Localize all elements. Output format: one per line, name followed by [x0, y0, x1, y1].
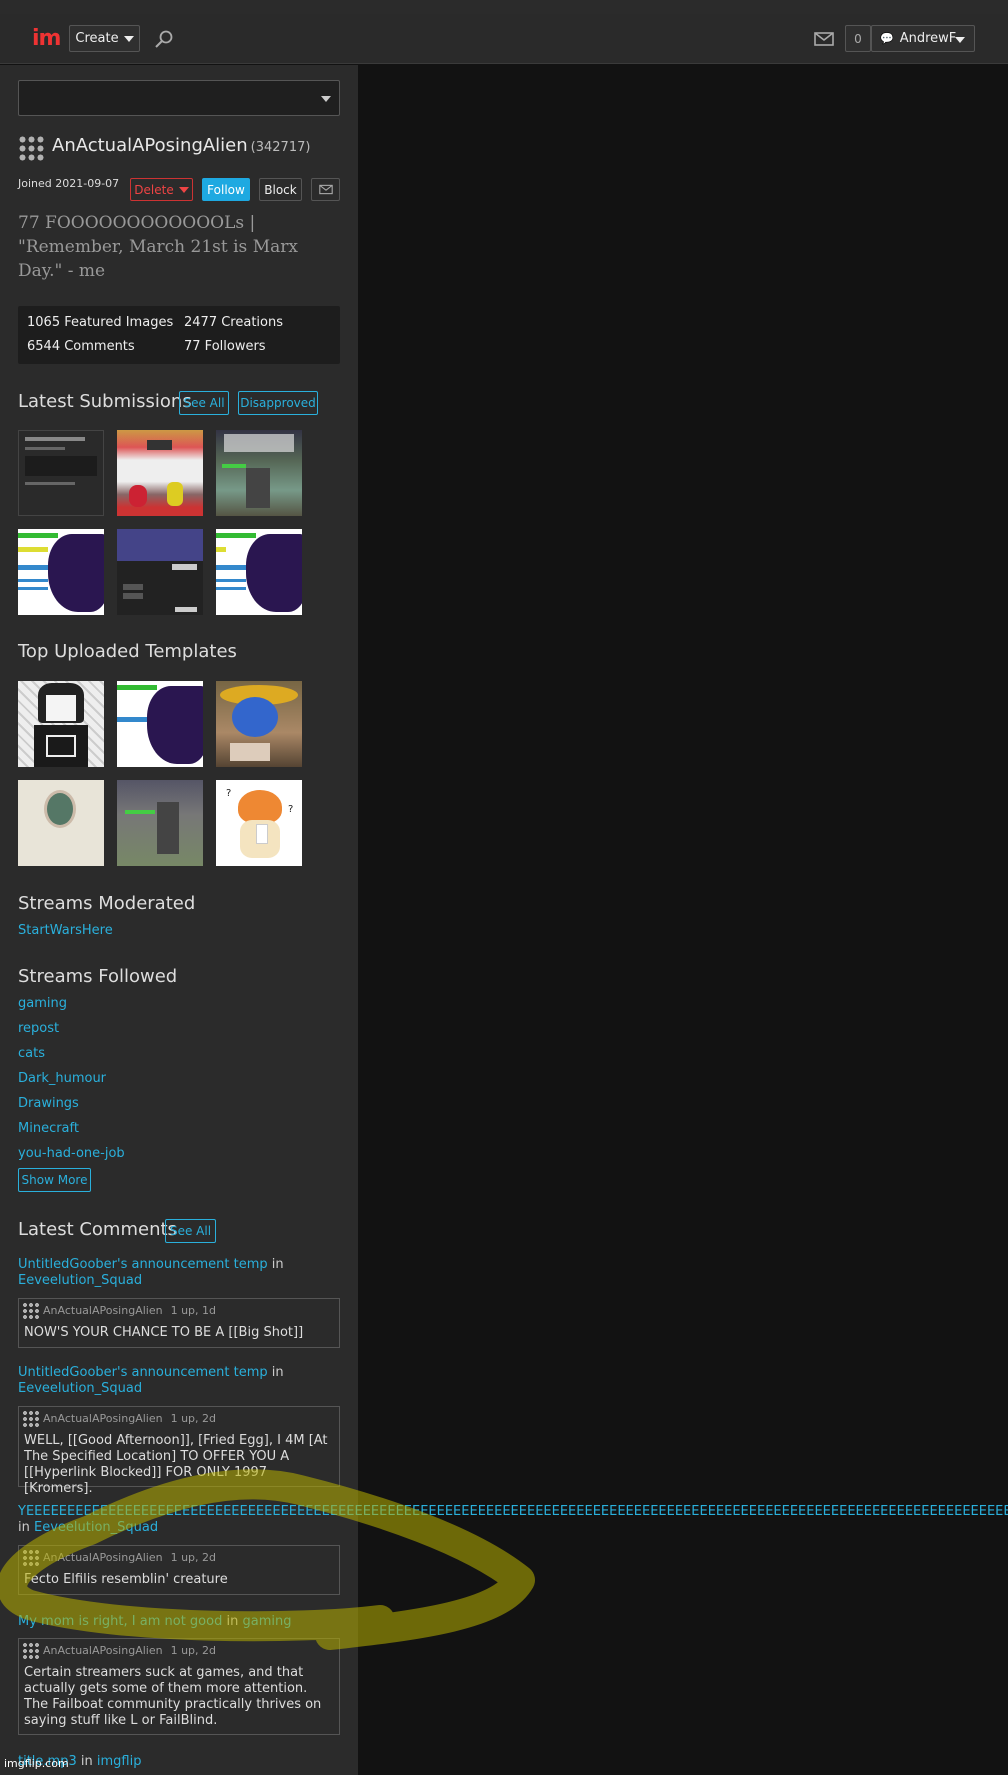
comment-post-link[interactable]: UntitledGoober's announcement temp [18, 1365, 268, 1380]
chevron-down-icon [123, 35, 134, 42]
search-icon[interactable] [154, 29, 174, 49]
followed-stream-link[interactable]: cats [18, 1046, 45, 1061]
template-thumb[interactable] [117, 780, 203, 866]
submission-thumb[interactable] [117, 430, 203, 516]
mail-icon[interactable] [814, 31, 834, 47]
followers-count: 77 Followers [184, 339, 266, 354]
creations-count: 2477 Creations [184, 315, 283, 330]
comment-author-link[interactable]: AnActualAPosingAlien [43, 1304, 163, 1317]
comment-text: NOW'S YOUR CHANCE TO BE A [[Big Shot]] [24, 1325, 304, 1340]
imgflip-watermark: imgflip.com [4, 1757, 69, 1770]
avatar [18, 135, 44, 161]
followed-stream-link[interactable]: repost [18, 1021, 59, 1036]
followed-stream-link[interactable]: Minecraft [18, 1121, 79, 1136]
comment-meta: 1 up, 1d [170, 1304, 217, 1317]
chat-icon: 💬 [880, 32, 894, 45]
user-id: (342717) [250, 140, 311, 155]
profile-bio: 77 FOOOOOOOOOOOOLs | "Remember, March 21… [18, 213, 298, 281]
chevron-down-icon [955, 37, 965, 43]
comment-stream-link[interactable]: imgflip [97, 1754, 142, 1769]
profile-username: AnActualAPosingAlien (342717) [52, 135, 311, 156]
show-more-button[interactable]: Show More [18, 1168, 91, 1192]
comment-post-link[interactable]: UntitledGoober's announcement temp [18, 1257, 268, 1272]
block-button[interactable]: Block [259, 178, 302, 201]
comments-see-all-button[interactable]: See All [165, 1219, 216, 1243]
template-thumb[interactable] [18, 681, 104, 767]
comment-context: UntitledGoober's announcement temp in Ee… [18, 1257, 284, 1288]
imgflip-logo[interactable]: im [32, 26, 61, 51]
template-thumb[interactable] [216, 681, 302, 767]
template-thumb[interactable] [18, 780, 104, 866]
featured-count: 1065 Featured Images [27, 315, 174, 330]
submission-thumb[interactable] [216, 529, 302, 615]
streams-followed-heading: Streams Followed [18, 966, 178, 987]
top-templates-heading: Top Uploaded Templates [18, 641, 237, 662]
submission-thumb[interactable] [117, 529, 203, 615]
template-thumb[interactable]: ? ? [216, 780, 302, 866]
top-nav: im Create 0 💬 AndrewF [0, 14, 1008, 64]
template-thumb[interactable] [117, 681, 203, 767]
user-dropdown[interactable] [18, 80, 340, 116]
notification-count[interactable]: 0 [845, 25, 871, 52]
submissions-see-all-button[interactable]: See All [179, 391, 229, 415]
message-button[interactable] [311, 178, 340, 201]
followed-stream-link[interactable]: gaming [18, 996, 67, 1011]
submission-thumb[interactable] [18, 529, 104, 615]
followed-stream-link[interactable]: you-had-one-job [18, 1146, 125, 1161]
top-strip [0, 0, 1008, 14]
mail-icon [318, 184, 333, 195]
delete-button[interactable]: Delete [130, 178, 193, 201]
follow-button[interactable]: Follow [202, 178, 250, 201]
streams-moderated-heading: Streams Moderated [18, 893, 196, 914]
comment-stream-link[interactable]: Eeveelution_Squad [18, 1273, 142, 1288]
comments-count: 6544 Comments [27, 339, 135, 354]
profile-stats: 1065 Featured Images 2477 Creations 6544… [18, 306, 340, 364]
followed-stream-link[interactable]: Dark_humour [18, 1071, 106, 1086]
submission-thumb[interactable] [216, 430, 302, 516]
user-menu-button[interactable]: 💬 AndrewF [871, 25, 975, 52]
disapproved-button[interactable]: Disapproved [238, 391, 318, 415]
chevron-down-icon [321, 96, 331, 102]
comment-avatar [22, 1302, 40, 1320]
comment-card: AnActualAPosingAlien 1 up, 1d NOW'S YOUR … [18, 1298, 340, 1348]
latest-submissions-heading: Latest Submissions [18, 391, 192, 412]
submission-thumb[interactable] [18, 430, 104, 516]
chevron-down-icon [178, 186, 189, 193]
moderated-stream-link[interactable]: StartWarsHere [18, 923, 113, 938]
create-button[interactable]: Create [69, 25, 140, 52]
latest-comments-heading: Latest Comments [18, 1219, 177, 1240]
scribble-overlay [0, 1469, 535, 1650]
joined-date: Joined 2021-09-07 [18, 177, 120, 190]
followed-stream-link[interactable]: Drawings [18, 1096, 79, 1111]
